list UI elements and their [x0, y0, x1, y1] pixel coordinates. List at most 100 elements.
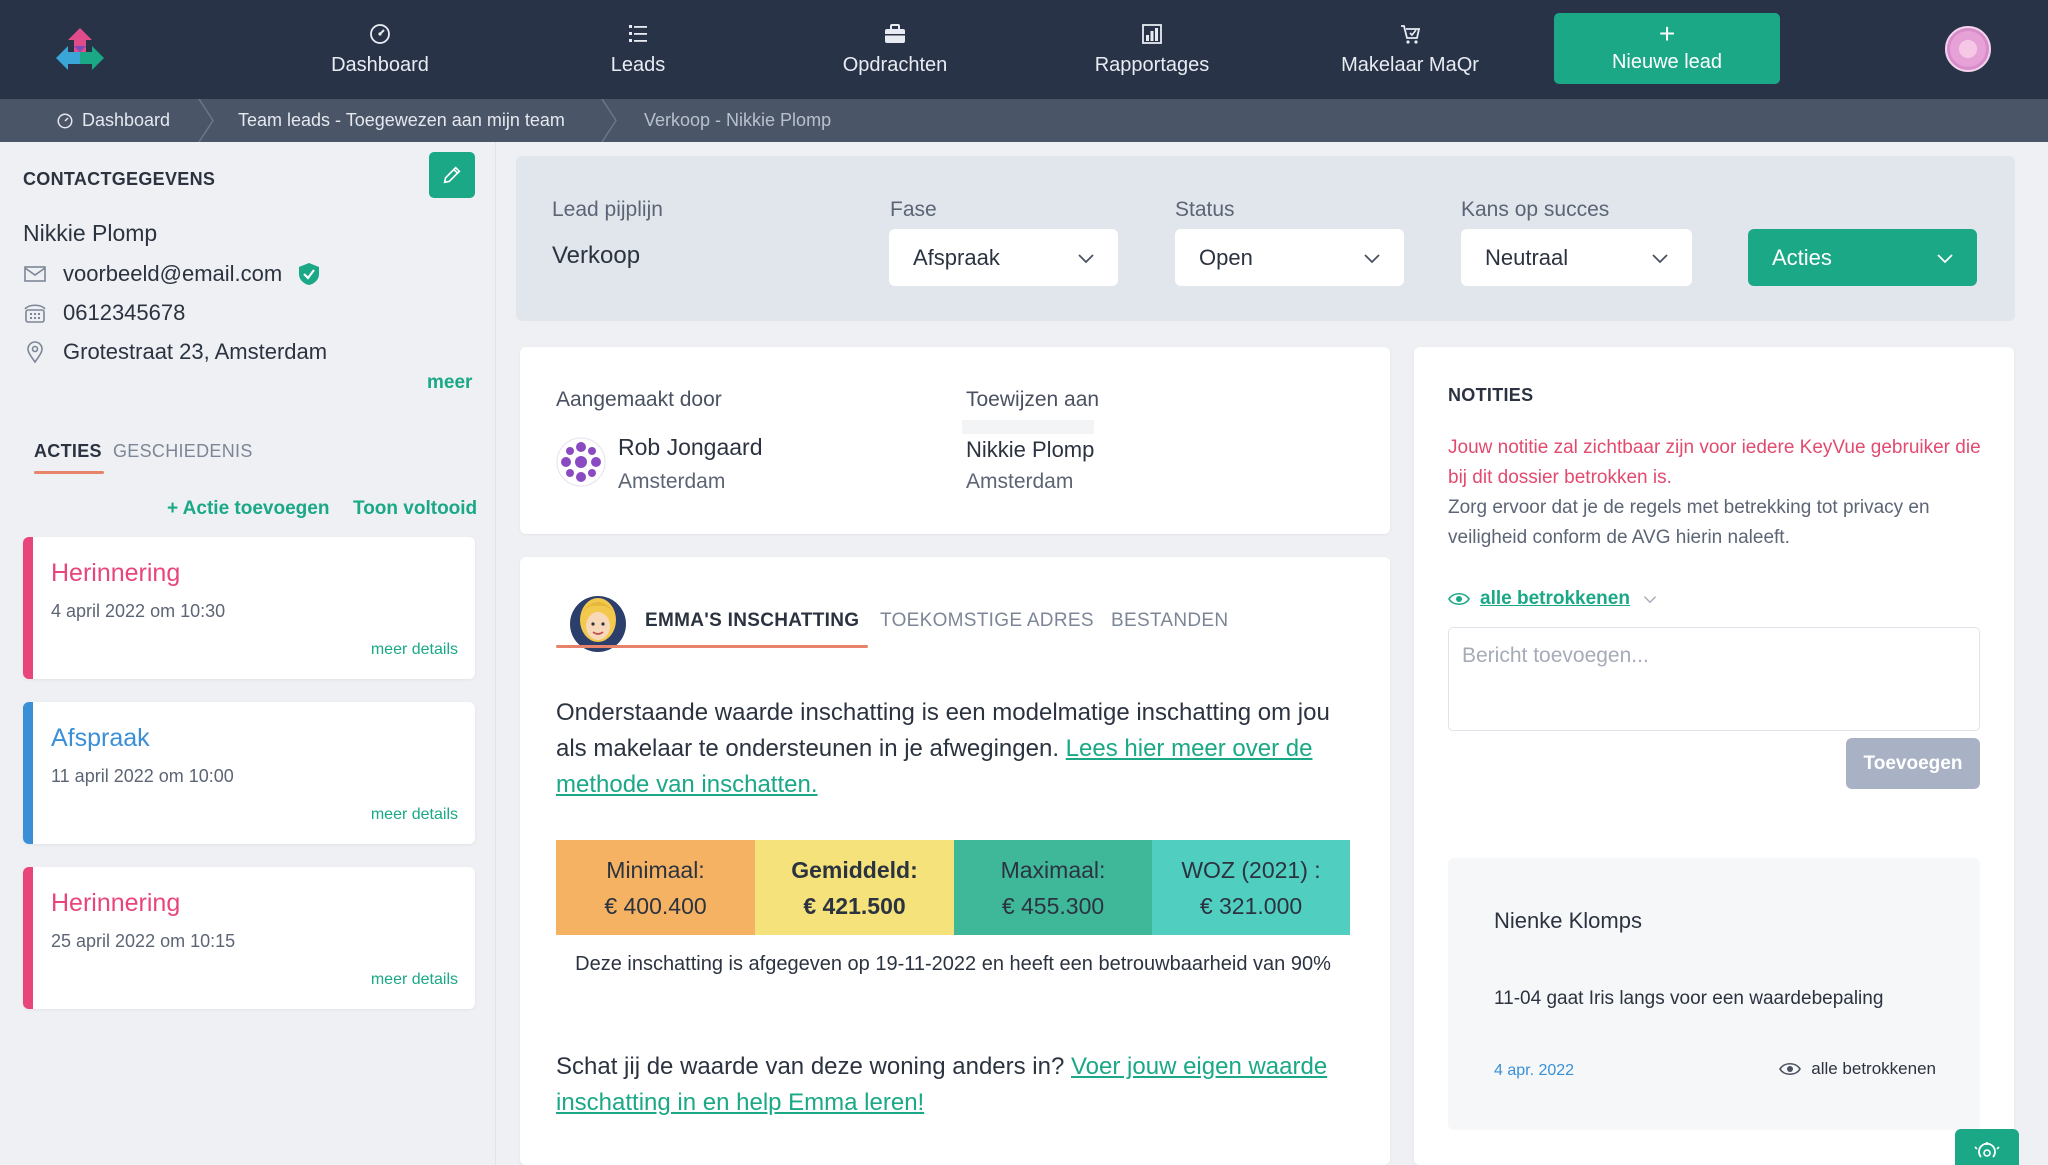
eye-icon: [1779, 1062, 1802, 1076]
notes-visibility-warning: Jouw notitie zal zichtbaar zijn voor ied…: [1448, 437, 1981, 488]
stat-value: € 455.300: [1001, 892, 1105, 919]
breadcrumb-label: Team leads - Toegewezen aan mijn team: [238, 110, 565, 130]
new-lead-button[interactable]: + Nieuwe lead: [1554, 13, 1780, 84]
action-more-details-link[interactable]: meer details: [371, 641, 458, 659]
assignee-name[interactable]: Nikkie Plomp: [966, 437, 1094, 463]
edit-contact-button[interactable]: [429, 152, 475, 198]
tab-toekomstige-adres[interactable]: TOEKOMSTIGE ADRES: [880, 610, 1094, 632]
kans-value: Neutraal: [1485, 244, 1569, 270]
chevron-down-icon: [1364, 254, 1380, 264]
plus-icon: +: [1658, 18, 1676, 49]
acties-label: Acties: [1772, 244, 1832, 270]
contact-email[interactable]: voorbeeld@email.com: [63, 261, 282, 287]
acties-dropdown-button[interactable]: Acties: [1748, 229, 1977, 286]
creator-name: Rob Jongaard: [618, 434, 763, 460]
note-visibility: alle betrokkenen: [1779, 1059, 1936, 1079]
nav-label: Opdrachten: [842, 54, 948, 76]
created-by-label: Aangemaakt door: [556, 388, 722, 411]
nav-makelaar-maqr[interactable]: Makelaar MaQr: [1305, 0, 1515, 99]
status-select[interactable]: Open: [1175, 229, 1404, 286]
estimate-intro: Onderstaande waarde inschatting is een m…: [556, 695, 1356, 803]
verified-icon: [299, 263, 320, 285]
fase-select[interactable]: Afspraak: [889, 229, 1118, 286]
chevron-down-icon: [1078, 254, 1094, 264]
lightbulb-icon: [1974, 1142, 2000, 1158]
assign-to-label: Toewijzen aan: [966, 388, 1100, 411]
visibility-select[interactable]: alle betrokkenen: [1448, 588, 1658, 610]
action-date: 25 april 2022 om 10:15: [51, 931, 236, 951]
help-button[interactable]: [1955, 1129, 2019, 1165]
action-more-details-link[interactable]: meer details: [371, 806, 458, 824]
contact-email-row: voorbeeld@email.com: [23, 259, 320, 289]
action-card[interactable]: Herinnering 25 april 2022 om 10:15 meer …: [23, 867, 475, 1009]
contact-section-title: CONTACTGEGEVENS: [23, 169, 216, 189]
stat-maximum: Maximaal: € 455.300: [954, 840, 1152, 935]
contact-more-link[interactable]: meer: [427, 372, 472, 394]
note-visibility-label: alle betrokkenen: [1811, 1059, 1936, 1078]
breadcrumb-label: Dashboard: [82, 110, 171, 130]
tab-bestanden[interactable]: BESTANDEN: [1111, 610, 1228, 632]
note-text: 11-04 gaat Iris langs voor een waardebep…: [1494, 988, 1884, 1009]
tab-geschiedenis[interactable]: GESCHIEDENIS: [113, 441, 253, 462]
show-completed-link[interactable]: Toon voltooid: [353, 498, 477, 520]
phone-icon: [24, 304, 46, 323]
kans-select[interactable]: Neutraal: [1461, 229, 1692, 286]
action-more-details-link[interactable]: meer details: [371, 971, 458, 989]
contact-address: Grotestraat 23, Amsterdam: [63, 339, 328, 364]
location-pin-icon: [27, 341, 43, 364]
action-color-bar: [23, 702, 33, 844]
breadcrumb-team-leads[interactable]: Team leads - Toegewezen aan mijn team: [238, 99, 565, 142]
creator-avatar: [556, 437, 606, 487]
nav-label: Rapportages: [1094, 54, 1210, 76]
nav-rapportages[interactable]: Rapportages: [1047, 0, 1257, 99]
status-label: Status: [1175, 198, 1235, 221]
nav-dashboard[interactable]: Dashboard: [275, 0, 485, 99]
mail-icon: [24, 266, 46, 282]
action-color-bar: [23, 867, 33, 1009]
contact-phone[interactable]: 0612345678: [63, 300, 185, 326]
chart-icon: [1142, 24, 1162, 44]
nav-leads[interactable]: Leads: [533, 0, 743, 99]
stat-average: Gemiddeld: € 421.500: [755, 840, 954, 935]
stat-value: € 400.400: [604, 892, 707, 919]
note-item: Nienke Klomps 11-04 gaat Iris langs voor…: [1448, 858, 1980, 1130]
action-title: Afspraak: [51, 724, 150, 752]
nav-opdrachten[interactable]: Opdrachten: [790, 0, 1000, 99]
add-note-button[interactable]: Toevoegen: [1846, 738, 1980, 789]
action-card[interactable]: Herinnering 4 april 2022 om 10:30 meer d…: [23, 537, 475, 679]
chevron-down-icon: [1937, 254, 1953, 264]
assign-select-bar[interactable]: [962, 420, 1094, 434]
lead-pipeline-label: Lead pijplijn: [552, 198, 663, 221]
tab-emmas-inschatting[interactable]: EMMA'S INSCHATTING: [645, 610, 859, 632]
breadcrumb-current: Verkoop - Nikkie Plomp: [644, 99, 831, 142]
notes-privacy-info: Zorg ervoor dat je de regels met betrekk…: [1448, 497, 1930, 548]
top-navigation: Dashboard Leads Opdrachten Rapportages M…: [0, 0, 2048, 99]
action-color-bar: [23, 537, 33, 679]
kans-label: Kans op succes: [1461, 198, 1610, 221]
action-card[interactable]: Afspraak 11 april 2022 om 10:00 meer det…: [23, 702, 475, 844]
breadcrumb-dashboard[interactable]: Dashboard: [56, 99, 170, 142]
note-message-input[interactable]: [1448, 627, 1980, 731]
fase-value: Afspraak: [913, 244, 1000, 270]
list-icon: [629, 25, 647, 42]
action-date: 11 april 2022 om 10:00: [51, 766, 234, 786]
keyvue-logo[interactable]: [54, 26, 106, 70]
stat-minimum: Minimaal: € 400.400: [556, 840, 755, 935]
contact-name: Nikkie Plomp: [23, 220, 158, 246]
add-action-link[interactable]: + Actie toevoegen: [167, 498, 329, 520]
breadcrumb-label: Verkoop - Nikkie Plomp: [644, 110, 832, 130]
creator-city: Amsterdam: [618, 470, 726, 493]
eye-icon: [1448, 592, 1470, 606]
stat-label: WOZ (2021) :: [1181, 856, 1321, 883]
note-author: Nienke Klomps: [1494, 908, 1642, 933]
stat-label: Gemiddeld:: [791, 856, 918, 883]
stat-woz: WOZ (2021) : € 321.000: [1152, 840, 1350, 935]
tab-acties[interactable]: ACTIES: [34, 441, 104, 474]
assignee-city: Amsterdam: [966, 470, 1074, 493]
user-avatar[interactable]: [1945, 26, 1991, 72]
pencil-icon: [443, 166, 461, 184]
stat-value: € 421.500: [803, 892, 906, 919]
chevron-right-icon: [198, 99, 214, 142]
lead-pipeline-value: Verkoop: [552, 242, 641, 269]
note-date: 4 apr. 2022: [1494, 1062, 1575, 1079]
